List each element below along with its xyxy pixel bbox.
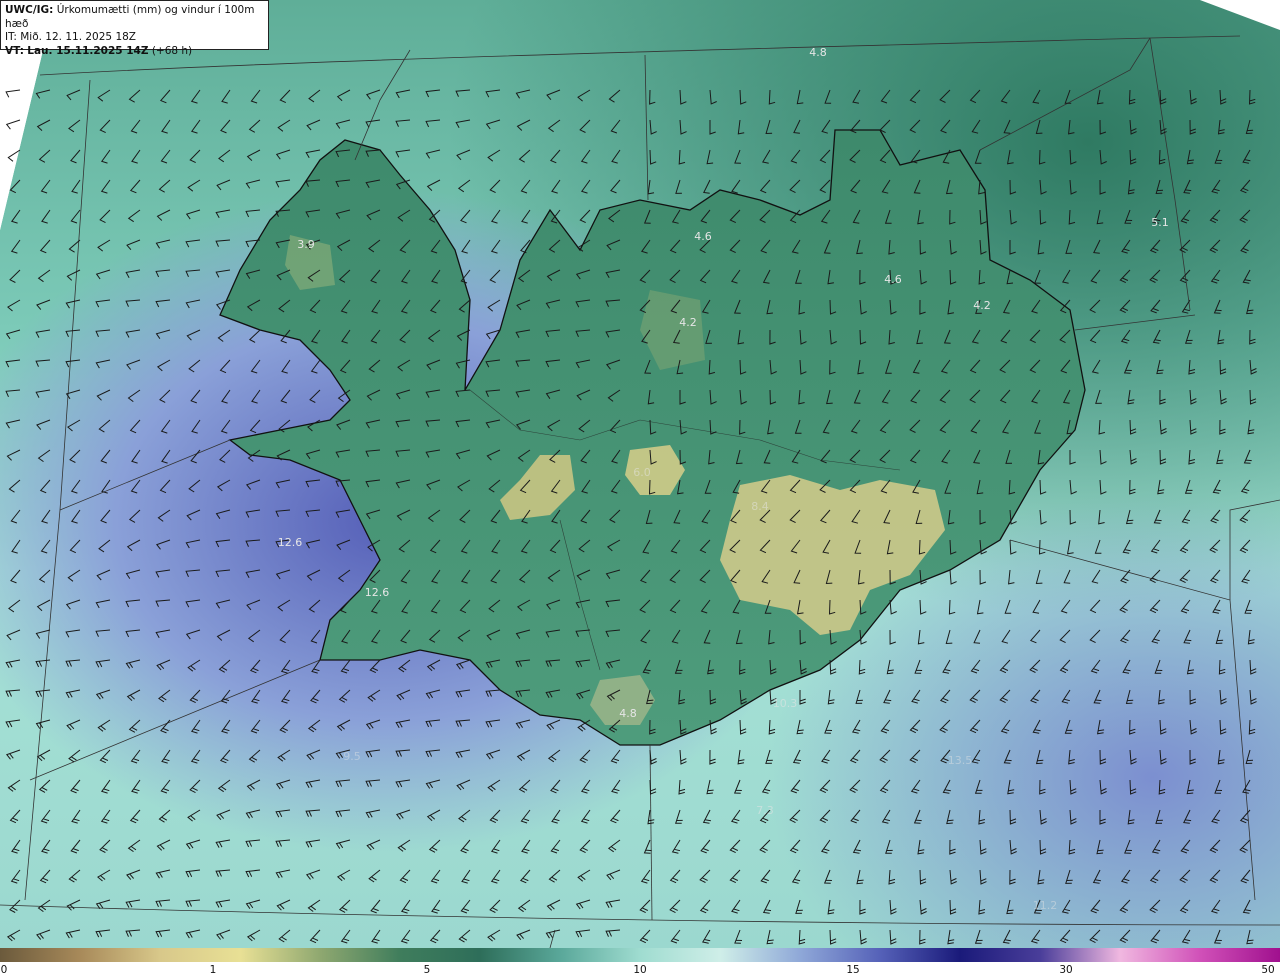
colorbar-tick: 1 (209, 964, 217, 976)
value-label: 8.4 (751, 500, 769, 513)
colorbar-tick: 10 (633, 964, 647, 976)
value-label: 10.3 (773, 697, 798, 710)
value-label: 7.3 (756, 804, 774, 817)
valid-prefix: VT: (5, 44, 24, 57)
precipitation-wind-map: 4.8 5.1 3.9 4.6 4.6 4.2 4.2 12.6 12.6 4.… (0, 0, 1280, 948)
value-label: 12.6 (278, 536, 303, 549)
value-label: 4.2 (973, 299, 991, 312)
colorbar: 0 1 5 10 15 30 50 (0, 948, 1280, 978)
value-label: 6.0 (633, 466, 651, 479)
value-label: 4.2 (679, 316, 697, 329)
valid-time: Lau. 15.11.2025 14Z (27, 44, 149, 57)
colorbar-tick: 30 (1059, 964, 1073, 976)
valid-time-line: VT: Lau. 15.11.2025 14Z (+68 h) (5, 45, 264, 59)
value-label: 11.2 (1033, 899, 1058, 912)
value-label: 4.8 (619, 707, 637, 720)
colorbar-tick: 15 (846, 964, 860, 976)
value-label: 4.8 (809, 46, 827, 59)
value-label: 4.6 (884, 273, 902, 286)
map-info-box: UWC/IG: Úrkomumætti (mm) og vindur í 100… (0, 0, 269, 57)
title-line: UWC/IG: Úrkomumætti (mm) og vindur í 100… (5, 4, 264, 31)
colorbar-tick: 0 (0, 964, 8, 976)
lead-time: (+68 h) (151, 44, 193, 57)
value-label: 5.1 (1151, 216, 1169, 229)
value-label: 4.6 (694, 230, 712, 243)
init-time: IT: Mið. 12. 11. 2025 18Z (5, 31, 136, 43)
model-name: UWC/IG: (5, 4, 54, 16)
value-label: 12.6 (365, 586, 390, 599)
colorbar-strip (0, 948, 1280, 962)
value-label: 13.5 (948, 754, 973, 767)
colorbar-tick: 5 (423, 964, 431, 976)
colorbar-tick: 50 (1261, 964, 1275, 976)
value-label: 9.5 (343, 750, 361, 763)
value-label: 3.9 (297, 238, 315, 251)
